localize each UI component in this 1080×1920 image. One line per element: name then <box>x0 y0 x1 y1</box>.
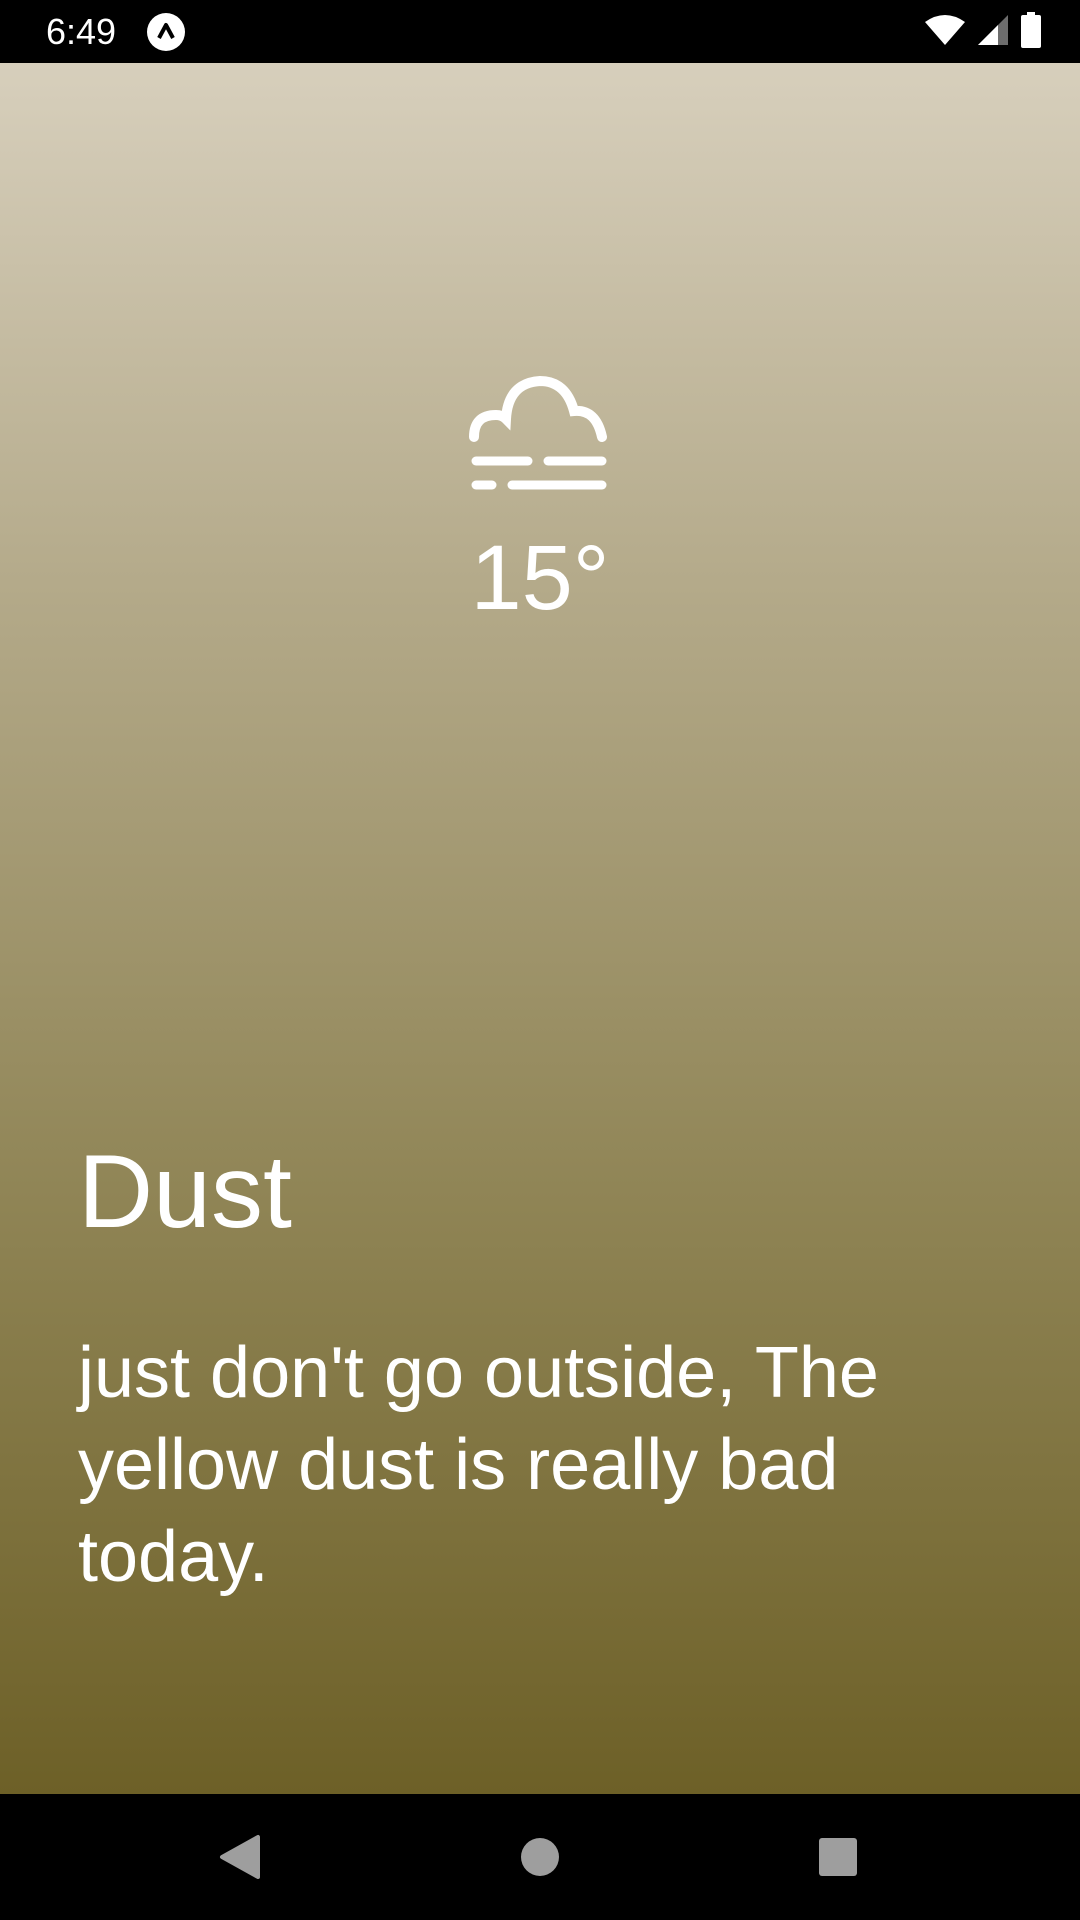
fog-cloud-icon <box>462 373 618 503</box>
weather-screen: 15° Dust just don't go outside, The yell… <box>0 63 1080 1794</box>
back-button[interactable] <box>210 1827 270 1887</box>
app-notification-icon <box>146 12 186 52</box>
weather-title: Dust <box>78 1134 292 1250</box>
temperature: 15° <box>470 527 610 629</box>
status-bar: 6:49 <box>0 0 1080 63</box>
status-icons <box>924 11 1042 53</box>
battery-icon <box>1020 11 1042 53</box>
weather-subtitle: just don't go outside, The yellow dust i… <box>78 1333 879 1597</box>
home-icon <box>521 1838 559 1876</box>
recents-button[interactable] <box>808 1827 868 1887</box>
navigation-bar <box>0 1794 1080 1920</box>
signal-icon <box>976 13 1010 52</box>
home-button[interactable] <box>510 1827 570 1887</box>
status-time: 6:49 <box>46 11 117 52</box>
recents-icon <box>819 1838 857 1876</box>
app-screen: 6:49 15° Dust just don't go outside, The… <box>0 0 1080 1920</box>
wifi-icon <box>924 14 966 51</box>
back-icon <box>220 1835 260 1879</box>
